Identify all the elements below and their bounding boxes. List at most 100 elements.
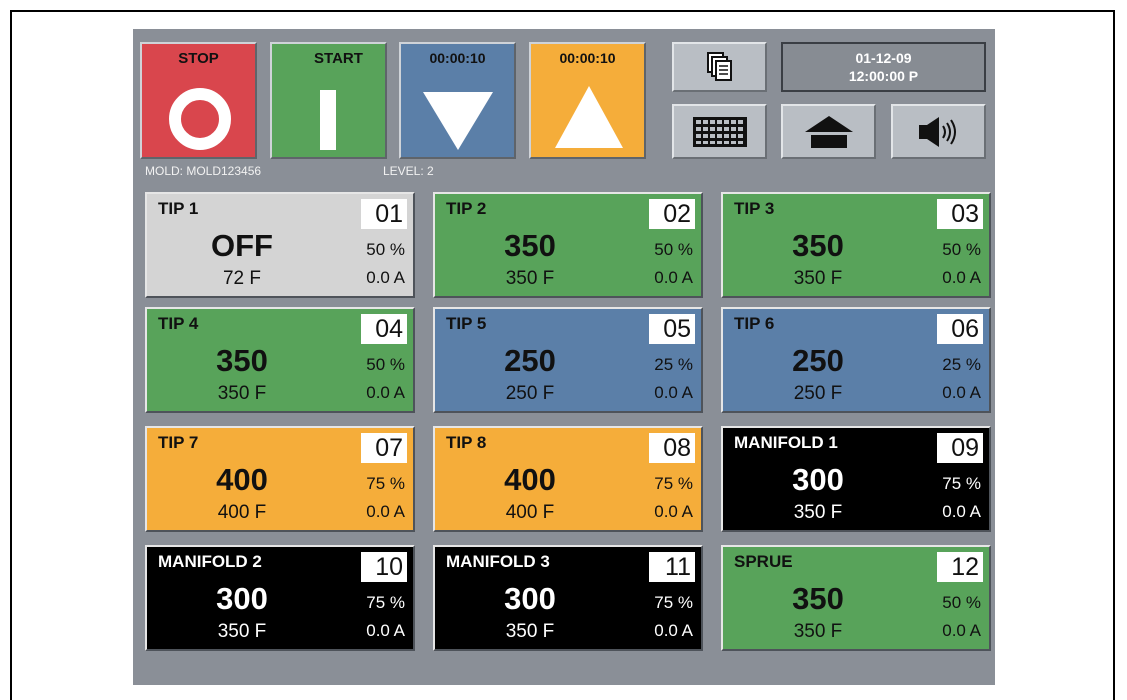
timer-down-button[interactable]: 00:00:10 [399,42,516,159]
keypad-grid-icon [692,116,747,147]
zone-tile[interactable]: MANIFOLD 1 09 300 75 % 350 F 0.0 A [721,426,991,532]
zone-current: 0.0 A [942,383,981,402]
zone-name: TIP 1 [158,199,199,218]
zone-output-percent: 50 % [942,240,981,259]
zone-actual-temp: 350 F [793,268,843,289]
zone-number: 01 [361,199,407,229]
zone-output-percent: 75 % [366,474,405,493]
start-label: START [314,50,363,67]
zone-number: 11 [649,552,695,582]
zone-current: 0.0 A [942,502,981,521]
zone-current: 0.0 A [654,502,693,521]
zone-setpoint: 350 [216,343,268,378]
zone-name: TIP 2 [446,199,487,218]
zone-name: MANIFOLD 3 [446,552,550,571]
zone-setpoint: 400 [216,462,268,497]
zone-setpoint: 300 [504,581,556,616]
stop-label: STOP [178,50,219,67]
zone-actual-temp: 350 F [793,502,843,523]
timer-up-button[interactable]: 00:00:10 [529,42,646,159]
copy-pages-icon [706,52,732,81]
zone-setpoint: 300 [216,581,268,616]
zone-name: TIP 6 [734,314,775,333]
stop-button[interactable]: STOP [140,42,257,159]
zone-actual-temp: 400 F [217,502,267,523]
down-triangle-icon [423,92,493,150]
zone-number: 04 [361,314,407,344]
zone-number: 07 [361,433,407,463]
zone-actual-temp: 250 F [505,383,555,404]
zone-name: MANIFOLD 2 [158,552,262,571]
zone-name: TIP 7 [158,433,199,452]
zone-current: 0.0 A [654,383,693,402]
zone-tile[interactable]: TIP 4 04 350 50 % 350 F 0.0 A [145,307,415,413]
home-icon [804,115,853,148]
zone-tile[interactable]: TIP 2 02 350 50 % 350 F 0.0 A [433,192,703,298]
time-text: 12:00:00 P [848,68,919,84]
zone-current: 0.0 A [654,621,693,640]
zone-setpoint: 350 [792,581,844,616]
sound-button[interactable] [891,104,986,159]
zone-setpoint: 250 [792,343,844,378]
home-button[interactable] [781,104,876,159]
mold-label: MOLD: MOLD123456 [145,164,262,178]
zone-tile[interactable]: MANIFOLD 3 11 300 75 % 350 F 0.0 A [433,545,703,651]
zone-name: SPRUE [734,552,793,571]
zone-number: 09 [937,433,983,463]
zone-tile[interactable]: MANIFOLD 2 10 300 75 % 350 F 0.0 A [145,545,415,651]
timer-up-label: 00:00:10 [559,50,616,66]
timer-down-label: 00:00:10 [429,50,486,66]
zone-tile[interactable]: TIP 7 07 400 75 % 400 F 0.0 A [145,426,415,532]
zone-number: 02 [649,199,695,229]
zone-tile[interactable]: TIP 8 08 400 75 % 400 F 0.0 A [433,426,703,532]
zone-setpoint: 400 [504,462,556,497]
zone-name: MANIFOLD 1 [734,433,838,452]
zone-tile[interactable]: TIP 3 03 350 50 % 350 F 0.0 A [721,192,991,298]
zone-output-percent: 75 % [654,474,693,493]
zone-tile[interactable]: TIP 5 05 250 25 % 250 F 0.0 A [433,307,703,413]
zone-current: 0.0 A [366,502,405,521]
datetime-display: 01-12-09 12:00:00 P [781,42,986,92]
date-text: 01-12-09 [855,50,912,66]
zone-name: TIP 3 [734,199,775,218]
zone-tile[interactable]: TIP 6 06 250 25 % 250 F 0.0 A [721,307,991,413]
zone-current: 0.0 A [942,268,981,287]
zone-actual-temp: 350 F [217,383,267,404]
zone-actual-temp: 400 F [505,502,555,523]
zone-setpoint: 350 [504,228,556,263]
start-bar-icon [320,90,336,150]
zone-current: 0.0 A [942,621,981,640]
zone-actual-temp: 72 F [222,268,262,289]
copy-button[interactable] [672,42,767,92]
start-button[interactable]: START [270,42,387,159]
zone-actual-temp: 350 F [793,621,843,642]
zone-number: 03 [937,199,983,229]
zone-name: TIP 4 [158,314,199,333]
zone-actual-temp: 350 F [505,268,555,289]
zone-setpoint: 250 [504,343,556,378]
zone-actual-temp: 250 F [793,383,843,404]
zone-tile[interactable]: TIP 1 01 OFF 50 % 72 F 0.0 A [145,192,415,298]
level-label: LEVEL: 2 [383,164,434,178]
zone-current: 0.0 A [366,383,405,402]
zone-actual-temp: 350 F [505,621,555,642]
up-triangle-icon [555,86,623,148]
zone-current: 0.0 A [366,268,405,287]
zone-actual-temp: 350 F [217,621,267,642]
zone-current: 0.0 A [654,268,693,287]
stop-ring-icon [169,88,231,150]
keypad-button[interactable] [672,104,767,159]
zone-output-percent: 50 % [366,240,405,259]
zone-setpoint: 350 [792,228,844,263]
zone-number: 06 [937,314,983,344]
zone-name: TIP 8 [446,433,487,452]
zone-setpoint: 300 [792,462,844,497]
zone-current: 0.0 A [366,621,405,640]
zone-output-percent: 75 % [654,593,693,612]
zone-output-percent: 75 % [366,593,405,612]
zone-number: 05 [649,314,695,344]
zone-output-percent: 25 % [942,355,981,374]
zone-output-percent: 50 % [366,355,405,374]
zone-tile[interactable]: SPRUE 12 350 50 % 350 F 0.0 A [721,545,991,651]
zone-output-percent: 75 % [942,474,981,493]
